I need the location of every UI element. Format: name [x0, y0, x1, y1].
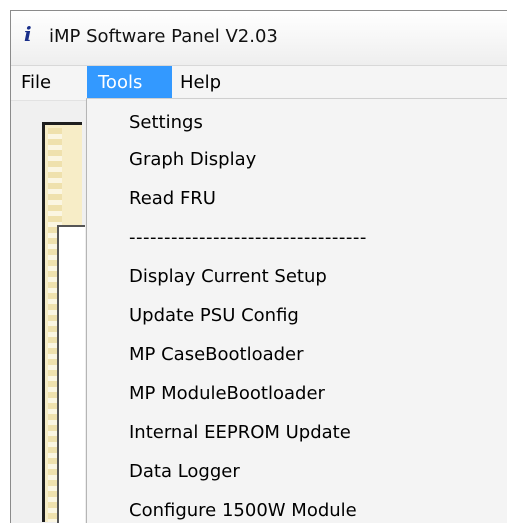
menu-bar: File Tools Help [11, 66, 507, 101]
tools-dropdown-menu: Settings Graph Display Read FRU --------… [86, 98, 507, 523]
main-panel-background [42, 122, 85, 523]
screen: i iMP Software Panel V2.03 File Tools He… [0, 0, 507, 523]
menu-item-configure-1500w-module[interactable]: Configure 1500W Module [129, 497, 357, 523]
menu-item-data-logger[interactable]: Data Logger [129, 458, 240, 486]
menu-file[interactable]: File [13, 66, 83, 100]
menu-tools[interactable]: Tools [87, 66, 172, 100]
menu-item-internal-eeprom-update[interactable]: Internal EEPROM Update [129, 419, 351, 447]
menu-item-graph-display[interactable]: Graph Display [129, 146, 256, 174]
title-bar[interactable]: i iMP Software Panel V2.03 [11, 11, 507, 66]
menu-item-update-psu-config[interactable]: Update PSU Config [129, 302, 299, 330]
menu-item-read-fru[interactable]: Read FRU [129, 185, 216, 213]
app-info-icon: i [24, 22, 32, 46]
panel-inner-frame [57, 225, 85, 523]
window-title: iMP Software Panel V2.03 [49, 26, 278, 47]
menu-help[interactable]: Help [175, 66, 245, 100]
menu-item-display-current-setup[interactable]: Display Current Setup [129, 263, 327, 291]
menu-item-mp-modulebootloader[interactable]: MP ModuleBootloader [129, 380, 325, 408]
menu-item-mp-casebootloader[interactable]: MP CaseBootloader [129, 341, 304, 369]
menu-item-settings[interactable]: Settings [129, 109, 203, 137]
menu-separator: ---------------------------------- [129, 227, 367, 248]
